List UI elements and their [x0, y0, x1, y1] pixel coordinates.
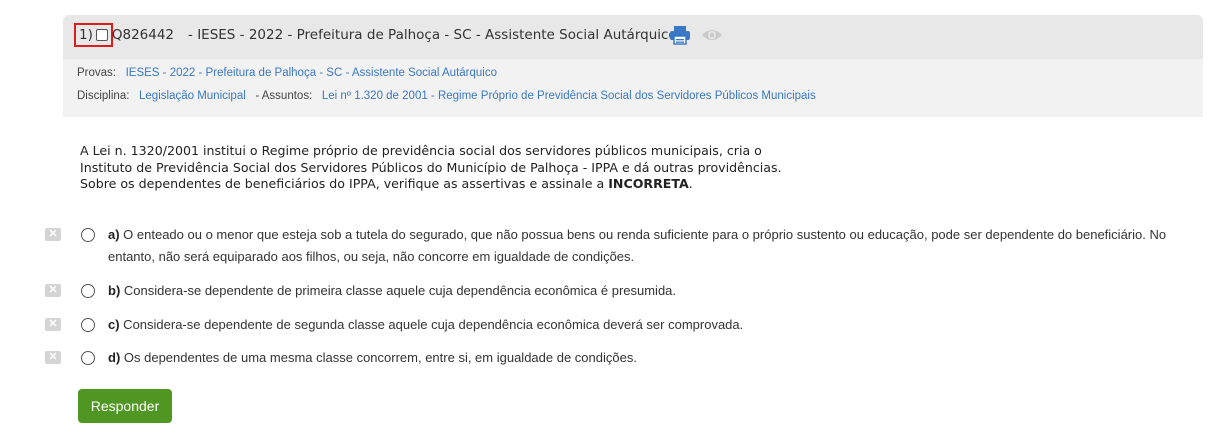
discard-x-icon[interactable]: ✕ — [45, 228, 61, 241]
alternative-c-text[interactable]: c) Considera-se dependente de segunda cl… — [108, 314, 1168, 336]
question-header: 1) Q826442 - IESES - 2022 - Prefeitura d… — [63, 15, 1203, 117]
radio-alternative-b[interactable] — [81, 284, 95, 298]
alternative-letter: a) — [108, 227, 120, 242]
alternative-body: Os dependentes de uma mesma classe conco… — [120, 350, 637, 365]
assuntos-link[interactable]: Lei nº 1.320 de 2001 - Regime Próprio de… — [322, 90, 816, 102]
radio-alternative-c[interactable] — [81, 318, 95, 332]
discard-x-icon[interactable]: ✕ — [45, 284, 61, 297]
alternative-a-text[interactable]: a) O enteado ou o menor que esteja sob a… — [108, 224, 1168, 268]
disciplina-row: Disciplina: Legislação Municipal - Assun… — [77, 90, 816, 102]
question-title: - IESES - 2022 - Prefeitura de Palhoça -… — [188, 27, 677, 43]
question-titlebar: 1) Q826442 - IESES - 2022 - Prefeitura d… — [63, 15, 1203, 59]
question-select-area[interactable]: 1) — [74, 23, 113, 47]
question-code[interactable]: Q826442 — [112, 27, 174, 43]
question-title-line: 1) Q826442 - IESES - 2022 - Prefeitura d… — [74, 23, 677, 47]
statement-line-2: Instituto de Previdência Social dos Serv… — [80, 159, 782, 175]
question-statement: A Lei n. 1320/2001 institui o Regime pró… — [80, 143, 840, 193]
provas-row: Provas: IESES - 2022 - Prefeitura de Pal… — [77, 67, 497, 79]
alternative-body: Considera-se dependente de primeira clas… — [120, 283, 677, 298]
eye-icon[interactable] — [701, 26, 723, 44]
radio-alternative-d[interactable] — [81, 351, 95, 365]
alternative-d-text[interactable]: d) Os dependentes de uma mesma classe co… — [108, 347, 1168, 369]
alternative-b-text[interactable]: b) Considera-se dependente de primeira c… — [108, 280, 1168, 302]
provas-label: Provas: — [77, 67, 116, 79]
submit-answer-button[interactable]: Responder — [78, 389, 172, 423]
statement-line-3-prefix: Sobre os dependentes de beneficiários do… — [80, 176, 609, 191]
question-number: 1) — [79, 27, 93, 43]
statement-line-1: A Lei n. 1320/2001 institui o Regime pró… — [80, 143, 762, 158]
discard-x-icon[interactable]: ✕ — [45, 351, 61, 364]
assuntos-label: - Assuntos: — [255, 90, 313, 102]
radio-alternative-a[interactable] — [81, 228, 95, 242]
alternative-letter: c) — [108, 317, 120, 332]
statement-emphasis: INCORRETA — [608, 176, 689, 191]
provas-link[interactable]: IESES - 2022 - Prefeitura de Palhoça - S… — [126, 67, 497, 79]
alternative-letter: d) — [108, 350, 121, 365]
alternative-letter: b) — [108, 283, 121, 298]
alternative-body: O enteado ou o menor que esteja sob a tu… — [108, 227, 1167, 264]
question-checkbox[interactable] — [95, 29, 108, 41]
discard-x-icon[interactable]: ✕ — [45, 318, 61, 331]
print-icon[interactable] — [669, 25, 691, 45]
statement-line-3-suffix: . — [688, 176, 693, 191]
alternative-body: Considera-se dependente de segunda class… — [119, 317, 744, 332]
disciplina-label: Disciplina: — [77, 90, 130, 102]
disciplina-link[interactable]: Legislação Municipal — [139, 90, 246, 102]
